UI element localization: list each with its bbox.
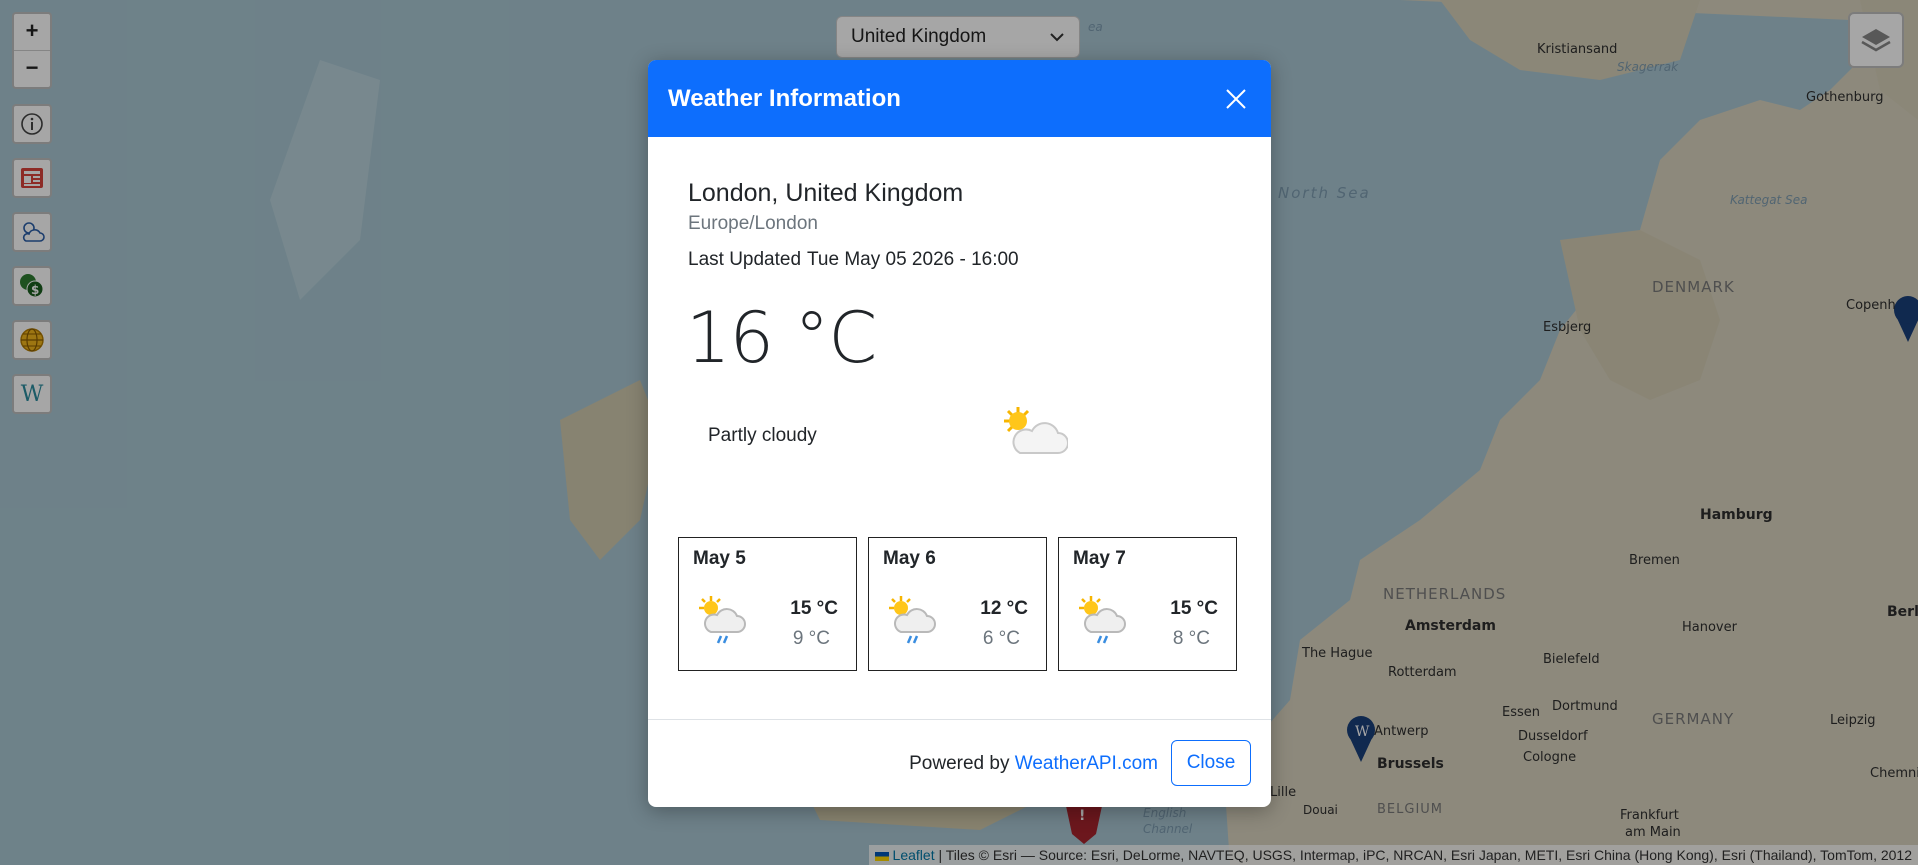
modal-close-button[interactable] (1221, 84, 1251, 114)
forecast-day: May 6 12 °C 6 °C (868, 537, 1047, 671)
forecast-list: May 5 15 °C 9 °C May 6 12 °C 6 °C May 7 … (678, 537, 1237, 671)
rain-showers-icon (699, 596, 746, 644)
forecast-day: May 5 15 °C 9 °C (678, 537, 857, 671)
forecast-low: 6 °C (982, 628, 1020, 649)
close-button[interactable]: Close (1171, 740, 1251, 786)
weatherapi-link[interactable]: WeatherAPI.com (1015, 753, 1158, 774)
close-icon (1226, 88, 1246, 109)
forecast-date: May 5 (693, 548, 746, 569)
forecast-day: May 7 15 °C 8 °C (1058, 537, 1237, 671)
forecast-high: 12 °C (980, 598, 1028, 619)
modal-title: Weather Information (668, 84, 901, 112)
powered-by-label: Powered by (909, 753, 1010, 774)
timezone: Europe/London (688, 213, 818, 234)
rain-showers-icon (889, 596, 936, 644)
weather-modal: Weather Information London, United Kingd… (648, 60, 1271, 807)
forecast-date: May 7 (1073, 548, 1126, 569)
modal-footer: Powered by WeatherAPI.com Close (648, 719, 1271, 807)
last-updated: Last Updated Tue May 05 2026 - 16:00 (688, 249, 1019, 271)
forecast-date: May 6 (883, 548, 936, 569)
forecast-low: 9 °C (792, 628, 830, 649)
current-temperature: 16 °C (686, 297, 877, 379)
location-title: London, United Kingdom (688, 179, 964, 207)
current-condition: Partly cloudy (708, 425, 817, 446)
last-updated-value: Tue May 05 2026 - 16:00 (807, 249, 1019, 270)
rain-showers-icon (1079, 596, 1126, 644)
last-updated-label: Last Updated (688, 249, 802, 270)
modal-header: Weather Information (648, 60, 1271, 137)
forecast-low: 8 °C (1172, 628, 1210, 649)
partly-cloudy-icon (1004, 407, 1068, 454)
forecast-high: 15 °C (1170, 598, 1218, 619)
forecast-high: 15 °C (790, 598, 838, 619)
powered-by: Powered by WeatherAPI.com (909, 753, 1158, 775)
